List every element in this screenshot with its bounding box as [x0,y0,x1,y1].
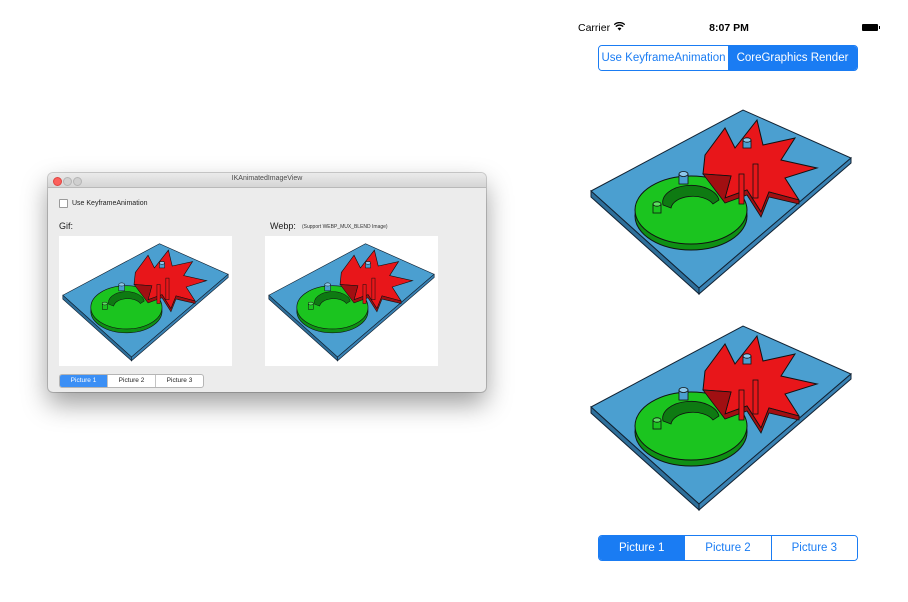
battery-icon [862,24,880,31]
gear-model-image [268,243,435,362]
webp-image-view [265,236,438,366]
ios-segment-picture-3[interactable]: Picture 3 [771,536,857,560]
gear-model-image [590,109,852,295]
gif-image-view [59,236,232,366]
segment-picture-2[interactable]: Picture 2 [108,375,156,387]
animated-image-view-top [585,100,857,300]
ios-segment-picture-1[interactable]: Picture 1 [599,536,686,560]
gear-model-image [590,325,852,511]
render-mode-segmented-control[interactable]: Use KeyframeAnimation CoreGraphics Rende… [598,45,858,71]
gear-model-image [62,243,229,362]
ios-segment-picture-2[interactable]: Picture 2 [685,536,772,560]
ios-picture-segmented-control[interactable]: Picture 1 Picture 2 Picture 3 [598,535,858,561]
webp-label: Webp: [270,221,296,231]
gif-label: Gif: [59,221,74,231]
window-title: IKAnimatedImageView [231,175,303,182]
segment-use-keyframe-animation[interactable]: Use KeyframeAnimation [599,46,728,70]
segment-picture-3[interactable]: Picture 3 [156,375,203,387]
webp-note: (Support WEBP_MUX_BLEND Image) [302,224,388,230]
animated-image-view-bottom [585,316,857,516]
segment-picture-1[interactable]: Picture 1 [60,375,108,387]
keyframe-checkbox[interactable] [59,198,68,208]
segment-coregraphics-render[interactable]: CoreGraphics Render [728,46,857,70]
keyframe-checkbox-row[interactable]: Use KeyframeAnimation [59,198,147,208]
keyframe-checkbox-label: Use KeyframeAnimation [72,199,148,207]
mac-window: IKAnimatedImageView Use KeyframeAnimatio… [48,173,486,392]
clock: 8:07 PM [709,22,749,34]
picture-segmented-control[interactable]: Picture 1 Picture 2 Picture 3 [59,374,204,388]
status-bar: Carrier 8:07 PM [578,21,880,36]
mac-titlebar[interactable]: IKAnimatedImageView [48,173,486,188]
